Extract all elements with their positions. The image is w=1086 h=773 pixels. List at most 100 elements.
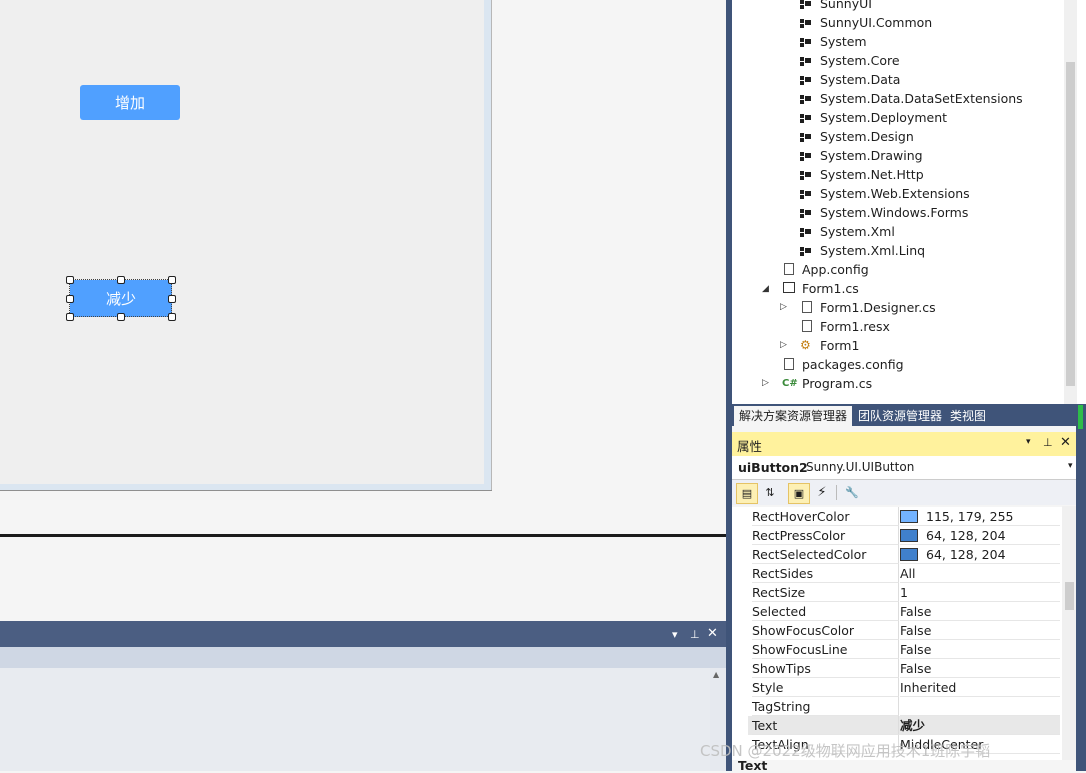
- tab-team-explorer[interactable]: 团队资源管理器: [853, 406, 947, 426]
- resize-handle-nw[interactable]: [66, 276, 74, 284]
- tree-item-form1-resx[interactable]: Form1.resx: [800, 317, 890, 336]
- reference-icon: [800, 0, 811, 8]
- scroll-up-icon[interactable]: ▲: [713, 670, 719, 679]
- property-value[interactable]: 减少: [900, 716, 1060, 735]
- tree-item-reference[interactable]: System.Xml: [800, 222, 895, 241]
- scrollbar-thumb[interactable]: [1066, 62, 1075, 386]
- property-value[interactable]: False: [900, 602, 1060, 621]
- object-type: Sunny.UI.UIButton: [806, 460, 915, 474]
- tree-item-reference[interactable]: System.Design: [800, 127, 914, 146]
- property-value[interactable]: False: [900, 621, 1060, 640]
- window-edge: [1076, 404, 1086, 771]
- resize-handle-sw[interactable]: [66, 313, 74, 321]
- tree-item-packages-config[interactable]: packages.config: [782, 355, 904, 374]
- properties-toolbar: ▤ ⇅ ▣ ⚡ 🔧: [732, 480, 1078, 505]
- color-swatch: [900, 509, 918, 523]
- csharp-file-icon: C#: [782, 378, 798, 389]
- tab-solution-explorer[interactable]: 解决方案资源管理器: [734, 406, 853, 426]
- tree-item-form1-designer[interactable]: Form1.Designer.cs: [800, 298, 936, 317]
- property-value[interactable]: [900, 697, 1060, 716]
- object-name: uiButton2: [738, 460, 808, 475]
- tree-item-reference[interactable]: System.Core: [800, 51, 900, 70]
- designer-surface[interactable]: 增加 减少: [0, 0, 726, 617]
- color-swatch: [900, 528, 918, 542]
- pin-icon[interactable]: ⊥: [690, 628, 700, 641]
- properties-title: 属性: [737, 439, 763, 454]
- add-button[interactable]: 增加: [80, 85, 180, 120]
- tree-item-reference[interactable]: System.Net.Http: [800, 165, 924, 184]
- property-value[interactable]: All: [900, 564, 1060, 583]
- property-row[interactable]: ShowTips False: [748, 659, 1060, 678]
- tree-item-form1-class[interactable]: ⚙ Form1: [800, 336, 859, 355]
- tree-item-reference[interactable]: System.Data.DataSetExtensions: [800, 89, 1023, 108]
- property-row[interactable]: Style Inherited: [748, 678, 1060, 697]
- properties-icon[interactable]: ▣: [788, 483, 810, 504]
- resize-handle-se[interactable]: [168, 313, 176, 321]
- property-row-selected[interactable]: Text 减少: [748, 716, 1060, 735]
- tree-item-reference[interactable]: System.Drawing: [800, 146, 923, 165]
- close-icon[interactable]: ✕: [1060, 435, 1071, 450]
- property-row[interactable]: TagString: [748, 697, 1060, 716]
- collapse-icon[interactable]: ◢: [762, 284, 769, 294]
- resize-handle-s[interactable]: [117, 313, 125, 321]
- alphabetical-icon[interactable]: ⇅: [760, 483, 780, 502]
- close-icon[interactable]: ✕: [707, 626, 718, 641]
- reference-icon: [800, 19, 811, 27]
- resize-handle-e[interactable]: [168, 295, 176, 303]
- tree-item-reference[interactable]: System.Deployment: [800, 108, 947, 127]
- property-row[interactable]: ShowFocusLine False: [748, 640, 1060, 659]
- tree-item-reference[interactable]: System.Data: [800, 70, 900, 89]
- property-value[interactable]: Inherited: [900, 678, 1060, 697]
- config-file-icon: [784, 358, 794, 370]
- property-value[interactable]: 64, 128, 204: [900, 545, 1060, 564]
- class-icon: ⚙: [800, 338, 811, 352]
- property-pages-icon[interactable]: 🔧: [842, 483, 862, 502]
- tree-item-reference[interactable]: System.Web.Extensions: [800, 184, 970, 203]
- property-value[interactable]: 64, 128, 204: [900, 526, 1060, 545]
- pin-icon[interactable]: ⊥: [1043, 436, 1053, 449]
- form-canvas[interactable]: 增加 减少: [0, 0, 484, 484]
- object-selector[interactable]: uiButton2 Sunny.UI.UIButton ▾: [732, 456, 1078, 480]
- dropdown-icon[interactable]: ▾: [672, 628, 678, 641]
- property-row[interactable]: ShowFocusColor False: [748, 621, 1060, 640]
- property-row[interactable]: RectSelectedColor 64, 128, 204: [748, 545, 1060, 564]
- reference-icon: [800, 76, 811, 84]
- property-row[interactable]: RectPressColor 64, 128, 204: [748, 526, 1060, 545]
- tree-item-app-config[interactable]: App.config: [782, 260, 869, 279]
- tree-item-reference[interactable]: System.Xml.Linq: [800, 241, 925, 260]
- property-row[interactable]: RectSides All: [748, 564, 1060, 583]
- resize-handle-ne[interactable]: [168, 276, 176, 284]
- property-row[interactable]: RectSize 1: [748, 583, 1060, 602]
- expand-icon[interactable]: ▷: [762, 378, 769, 388]
- tab-class-view[interactable]: 类视图: [945, 406, 991, 426]
- scrollbar-thumb[interactable]: [1065, 582, 1074, 610]
- property-value[interactable]: 115, 179, 255: [900, 507, 1060, 526]
- tree-item-reference[interactable]: SunnyUI: [800, 0, 872, 13]
- resize-handle-n[interactable]: [117, 276, 125, 284]
- events-icon[interactable]: ⚡: [812, 483, 832, 502]
- tree-item-reference[interactable]: System: [800, 32, 867, 51]
- chevron-down-icon[interactable]: ▾: [1068, 461, 1073, 471]
- color-swatch: [900, 547, 918, 561]
- panel-titlebar: ▾ ⊥ ✕: [0, 621, 726, 647]
- categorized-icon[interactable]: ▤: [736, 483, 758, 504]
- tree-item-reference[interactable]: SunnyUI.Common: [800, 13, 932, 32]
- tree-item-reference[interactable]: System.Windows.Forms: [800, 203, 968, 222]
- vertical-scrollbar[interactable]: [1062, 506, 1076, 771]
- property-row[interactable]: RectHoverColor 115, 179, 255: [748, 507, 1060, 526]
- property-value[interactable]: False: [900, 659, 1060, 678]
- expand-icon[interactable]: ▷: [780, 302, 787, 312]
- property-row[interactable]: Selected False: [748, 602, 1060, 621]
- panel-body[interactable]: [0, 668, 710, 771]
- property-value[interactable]: False: [900, 640, 1060, 659]
- tree-item-program-cs[interactable]: C# Program.cs: [782, 374, 872, 393]
- property-grid: RectHoverColor 115, 179, 255 RectPressCol…: [732, 507, 1078, 762]
- dropdown-icon[interactable]: ▾: [1026, 437, 1031, 447]
- reference-icon: [800, 190, 811, 198]
- tree-item-form1-cs[interactable]: Form1.cs: [782, 279, 859, 298]
- expand-icon[interactable]: ▷: [780, 340, 787, 350]
- resize-handle-w[interactable]: [66, 295, 74, 303]
- reference-icon: [800, 133, 811, 141]
- property-value[interactable]: 1: [900, 583, 1060, 602]
- form-edge: [0, 490, 492, 491]
